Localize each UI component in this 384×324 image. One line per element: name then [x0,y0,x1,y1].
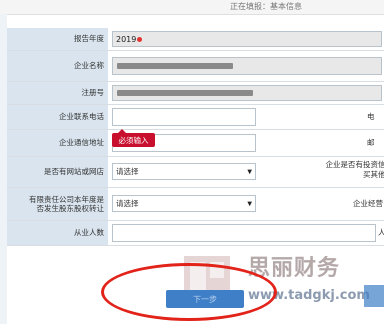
alert-dot-icon [137,36,143,42]
left-margin [0,14,7,324]
equity-select[interactable]: 请选择 ▼ [112,195,256,212]
operate-label: 企业经营 [353,199,383,208]
row-website: 是否有网站或网店 请选择▼ 企业是否有投资信息买其他公 [7,157,384,188]
address-right-label: 邮 [367,138,375,147]
reg-no-field [112,85,382,101]
row-company-name: 企业名称 [7,51,384,82]
website-label: 是否有网站或网店 [7,157,108,187]
row-report-year: 报告年度 2019 [7,28,384,51]
form-status: 正在填报：基本信息 [230,2,302,11]
row-phone: 企业联系电话 电 [7,105,384,130]
redacted-bar [117,90,253,96]
employees-unit: 人 [378,228,384,237]
required-tooltip: 必须输入 [112,129,155,147]
address-label: 企业通信地址 [7,130,108,156]
equity-label: 有限责任公司本年度是 否发生股东股权转让 [7,188,108,220]
phone-input[interactable] [112,108,256,126]
redacted-bar [117,63,233,69]
save-button[interactable] [364,285,384,307]
report-year-field: 2019 [112,31,382,47]
phone-label: 企业联系电话 [7,105,108,129]
row-equity: 有限责任公司本年度是 否发生股东股权转让 请选择 ▼ 企业经营 [7,188,384,221]
highlight-circle [101,263,277,321]
row-address: 企业通信地址 邮 [7,130,384,157]
reg-no-label: 注册号 [7,82,108,104]
row-employees: 从业人数 人 [7,221,384,246]
employees-input[interactable] [112,224,376,242]
dropdown-arrow-icon: ▼ [247,168,252,175]
phone-right-label: 电 [367,112,375,121]
dropdown-arrow-icon: ▼ [247,200,252,207]
company-name-field [112,57,382,75]
row-reg-no: 注册号 [7,82,384,105]
header-bar: 正在填报：基本信息 [0,0,384,15]
report-year-label: 报告年度 [7,28,108,50]
company-name-label: 企业名称 [7,51,108,81]
website-select[interactable]: 请选择 ▼ [112,163,256,180]
invest-label: 企业是否有投资信息买其他公 [325,160,384,179]
employees-label: 从业人数 [7,221,108,245]
